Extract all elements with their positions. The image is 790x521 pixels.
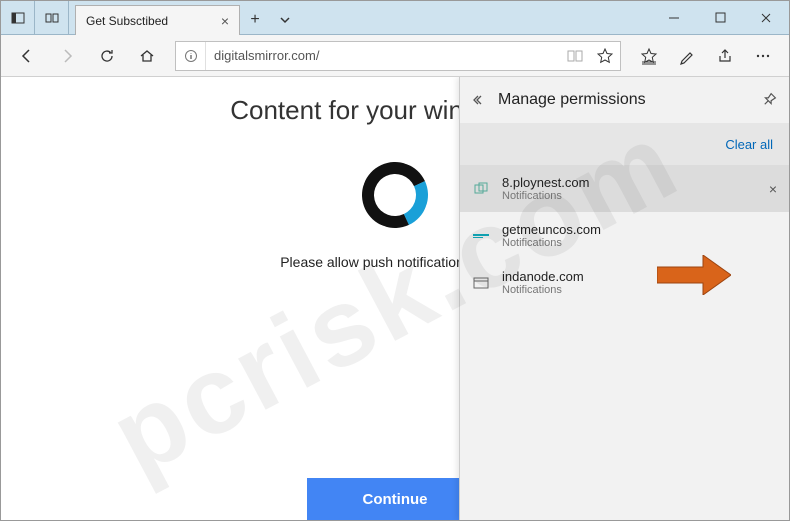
clear-all-link[interactable]: Clear all (725, 137, 773, 152)
permission-domain: indanode.com (502, 269, 584, 284)
more-button[interactable] (745, 38, 781, 74)
page-content: Content for your windows 10 Please allow… (1, 77, 789, 520)
permissions-list: 8.ploynest.com Notifications × getmeunco… (460, 165, 789, 306)
browser-tab[interactable]: Get Subsctibed × (75, 5, 240, 35)
tabs-aside-button[interactable] (1, 1, 35, 34)
permission-item[interactable]: 8.ploynest.com Notifications × (460, 165, 789, 212)
permission-item[interactable]: indanode.com Notifications (460, 259, 789, 306)
permission-type: Notifications (502, 237, 601, 249)
panel-header: Manage permissions (460, 77, 789, 123)
toolbar-right (631, 38, 781, 74)
window-controls (651, 1, 789, 34)
titlebar: Get Subsctibed × + (1, 1, 789, 35)
close-window-button[interactable] (743, 1, 789, 34)
continue-button[interactable]: Continue (307, 478, 483, 520)
notes-button[interactable] (669, 38, 705, 74)
remove-permission-icon[interactable]: × (769, 181, 777, 197)
browser-window: Get Subsctibed × + digitalsmirror.com/ (0, 0, 790, 521)
permission-info: getmeuncos.com Notifications (502, 222, 601, 249)
minimize-button[interactable] (651, 1, 697, 34)
refresh-button[interactable] (89, 38, 125, 74)
panel-title: Manage permissions (498, 91, 646, 109)
permissions-panel: Manage permissions Clear all 8.ploynest.… (459, 77, 789, 520)
forward-button[interactable] (49, 38, 85, 74)
panel-back-icon[interactable] (472, 93, 486, 107)
home-button[interactable] (129, 38, 165, 74)
address-bar[interactable]: digitalsmirror.com/ (175, 41, 621, 71)
share-button[interactable] (707, 38, 743, 74)
tab-title: Get Subsctibed (86, 14, 168, 28)
pin-icon[interactable] (761, 92, 777, 108)
permission-type: Notifications (502, 190, 589, 202)
permission-domain: 8.ploynest.com (502, 175, 589, 190)
loading-spinner-icon (353, 153, 438, 238)
favorite-star-icon[interactable] (590, 48, 620, 64)
favorites-button[interactable] (631, 38, 667, 74)
toolbar: digitalsmirror.com/ (1, 35, 789, 77)
back-button[interactable] (9, 38, 45, 74)
site-icon (472, 180, 490, 198)
reading-view-icon[interactable] (560, 49, 590, 63)
permission-item[interactable]: getmeuncos.com Notifications (460, 212, 789, 259)
url-text: digitalsmirror.com/ (206, 48, 560, 63)
panel-toolbar: Clear all (460, 123, 789, 165)
site-info-icon[interactable] (176, 42, 206, 70)
permission-domain: getmeuncos.com (502, 222, 601, 237)
tab-dropdown-button[interactable] (270, 5, 300, 34)
site-icon (472, 274, 490, 292)
permission-type: Notifications (502, 284, 584, 296)
new-tab-button[interactable]: + (240, 5, 270, 34)
tab-close-icon[interactable]: × (221, 13, 229, 29)
titlebar-left (1, 1, 69, 34)
maximize-button[interactable] (697, 1, 743, 34)
tabs-preview-button[interactable] (35, 1, 69, 34)
permission-info: 8.ploynest.com Notifications (502, 175, 589, 202)
site-icon (472, 227, 490, 245)
permission-info: indanode.com Notifications (502, 269, 584, 296)
